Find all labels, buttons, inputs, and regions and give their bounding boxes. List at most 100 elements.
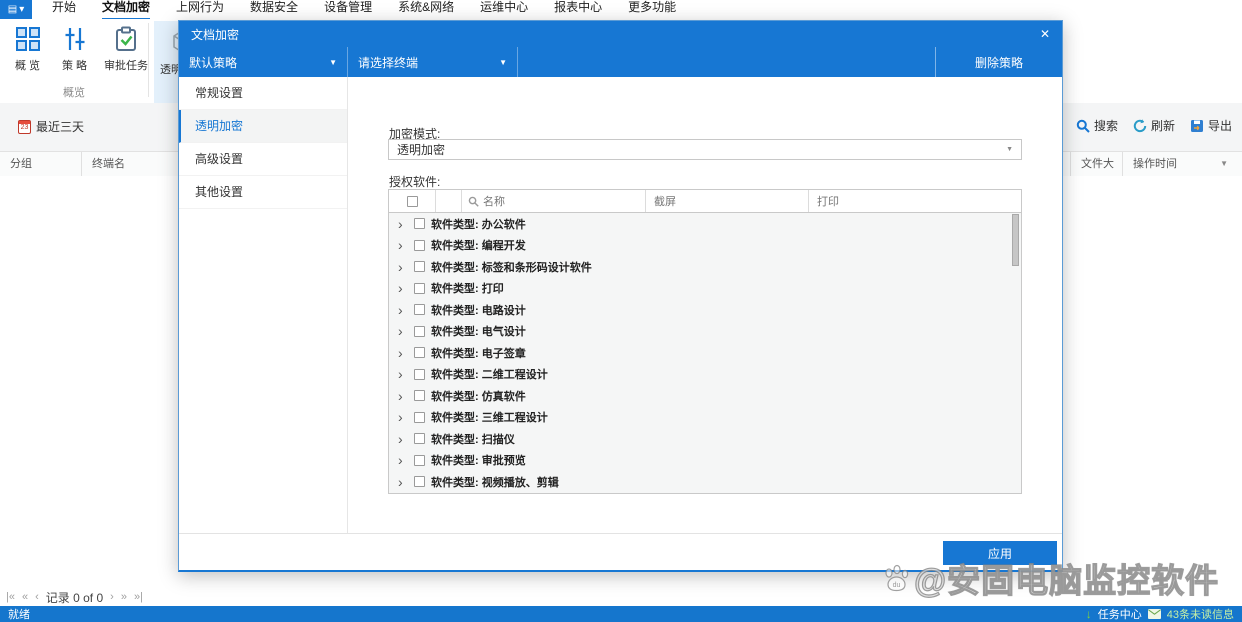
task-center-button[interactable]: 任务中心 [1098,606,1142,622]
row-checkbox[interactable] [414,239,425,251]
menu-tab[interactable]: 更多功能 [628,0,676,18]
dialog-sidebar: 常规设置 透明加密 高级设置 其他设置 [179,77,348,536]
menu-tab[interactable]: 运维中心 [480,0,528,18]
encryption-mode-value: 透明加密 [397,143,446,157]
chevron-right-icon[interactable]: › [398,346,412,360]
policy-dropdown[interactable]: 默认策略 ▼ [179,47,348,77]
chevron-right-icon[interactable]: › [398,217,412,231]
grid-icon [15,26,41,52]
software-category-row[interactable]: › 软件类型: 扫描仪 [389,428,1021,450]
software-list: › 软件类型: 办公软件 › 软件类型: 编程开发 › 软件类型: 标签和条形码… [389,213,1021,493]
pager-first-button[interactable]: |« [6,591,15,603]
date-filter-label: 最近三天 [36,120,85,134]
pager-next-button[interactable]: › [110,591,114,603]
menu-tab[interactable]: 设备管理 [324,0,372,18]
software-category-row[interactable]: › 软件类型: 打印 [389,278,1021,300]
row-checkbox[interactable] [414,325,425,337]
menu-tab[interactable]: 数据安全 [250,0,298,18]
pager-last-button[interactable]: »| [134,591,143,603]
software-category-row[interactable]: › 软件类型: 电气设计 [389,321,1021,343]
software-category-label: 软件类型: 电路设计 [431,304,526,317]
encryption-mode-select[interactable]: 透明加密 ▼ [388,139,1022,160]
chevron-right-icon[interactable]: › [398,367,412,381]
software-category-row[interactable]: › 软件类型: 编程开发 [389,235,1021,257]
apply-button[interactable]: 应用 [943,541,1057,565]
search-button[interactable]: 搜索 [1076,117,1118,134]
column-header-filesize[interactable]: 文件大小 [1070,152,1122,194]
software-category-label: 软件类型: 办公软件 [431,218,526,231]
menu-tab[interactable]: 文档加密 [102,0,151,20]
pager-fast-prev-button[interactable]: « [22,591,28,603]
export-button[interactable]: 导出 [1190,117,1232,134]
software-category-row[interactable]: › 软件类型: 审批预览 [389,450,1021,472]
chevron-right-icon[interactable]: › [398,432,412,446]
row-checkbox[interactable] [414,390,425,402]
refresh-button[interactable]: 刷新 [1133,117,1175,134]
dialog-sidebar-item[interactable]: 常规设置 [179,77,347,110]
chevron-right-icon[interactable]: › [398,281,412,295]
select-all-checkbox[interactable] [406,195,418,207]
chevron-right-icon[interactable]: › [398,389,412,403]
terminal-dropdown[interactable]: 请选择终端 ▼ [348,47,518,77]
date-filter-button[interactable]: 23 最近三天 [18,118,84,135]
chevron-right-icon[interactable]: › [398,260,412,274]
scrollbar-thumb[interactable] [1012,214,1019,266]
row-checkbox[interactable] [414,261,425,273]
scrollbar[interactable] [1012,214,1019,490]
ribbon-group-label: 概览 [63,87,85,99]
row-checkbox[interactable] [414,282,425,294]
software-category-row[interactable]: › 软件类型: 三维工程设计 [389,407,1021,429]
app-menu-icon: ▤ [7,4,18,15]
software-category-row[interactable]: › 软件类型: 电路设计 [389,299,1021,321]
export-icon [1190,119,1204,133]
menu-tab[interactable]: 系统&网络 [398,0,454,18]
close-icon[interactable]: ✕ [1040,27,1050,41]
ribbon-approval-button[interactable]: 审批任务 [98,21,154,88]
dialog-sidebar-item[interactable]: 透明加密 [179,110,347,143]
name-column-label: 名称 [483,196,505,208]
dialog-sidebar-item[interactable]: 其他设置 [179,176,347,209]
menu-tab[interactable]: 报表中心 [554,0,602,18]
row-checkbox[interactable] [414,411,425,423]
pager-fast-next-button[interactable]: » [121,591,127,603]
software-category-row[interactable]: › 软件类型: 视频播放、剪辑 [389,471,1021,493]
chevron-right-icon[interactable]: › [398,410,412,424]
screenshot-column-header[interactable]: 截屏 [645,190,808,212]
chevron-right-icon[interactable]: › [398,238,412,252]
software-category-row[interactable]: › 软件类型: 标签和条形码设计软件 [389,256,1021,278]
software-table-header: 名称 截屏 打印 [389,190,1021,213]
ribbon-policy-button[interactable]: 策 略 [51,21,98,88]
column-header-group[interactable]: 分组 [0,152,82,176]
row-checkbox[interactable] [414,454,425,466]
chevron-right-icon[interactable]: › [398,303,412,317]
download-arrow-icon: ↓ [1085,607,1092,621]
row-checkbox[interactable] [414,476,425,488]
ribbon-overview-button[interactable]: 概 览 [4,21,51,88]
name-column-header[interactable]: 名称 [461,190,645,212]
menu-tab[interactable]: 开始 [52,0,76,18]
chevron-right-icon[interactable]: › [398,324,412,338]
software-category-row[interactable]: › 软件类型: 办公软件 [389,213,1021,235]
app-menu-button[interactable]: ▤ ▾ [0,0,32,19]
terminal-dropdown-label: 请选择终端 [358,55,419,70]
unread-messages-button[interactable]: 43条未读信息 [1167,606,1234,622]
column-filter-caret-icon[interactable]: ▼ [1220,152,1228,176]
mail-icon [1147,609,1161,619]
pager-prev-button[interactable]: ‹ [35,591,39,603]
software-category-label: 软件类型: 审批预览 [431,455,526,468]
row-checkbox[interactable] [414,347,425,359]
row-checkbox[interactable] [414,433,425,445]
dialog-sidebar-item[interactable]: 高级设置 [179,143,347,176]
row-checkbox[interactable] [414,304,425,316]
chevron-right-icon[interactable]: › [398,475,412,489]
row-checkbox[interactable] [414,368,425,380]
print-column-header[interactable]: 打印 [808,190,1021,212]
software-category-label: 软件类型: 电气设计 [431,326,526,339]
chevron-right-icon[interactable]: › [398,453,412,467]
software-category-row[interactable]: › 软件类型: 仿真软件 [389,385,1021,407]
menu-tab[interactable]: 上网行为 [176,0,224,18]
row-checkbox[interactable] [414,218,425,230]
software-category-row[interactable]: › 软件类型: 电子签章 [389,342,1021,364]
delete-policy-button[interactable]: 删除策略 [935,47,1062,77]
software-category-row[interactable]: › 软件类型: 二维工程设计 [389,364,1021,386]
